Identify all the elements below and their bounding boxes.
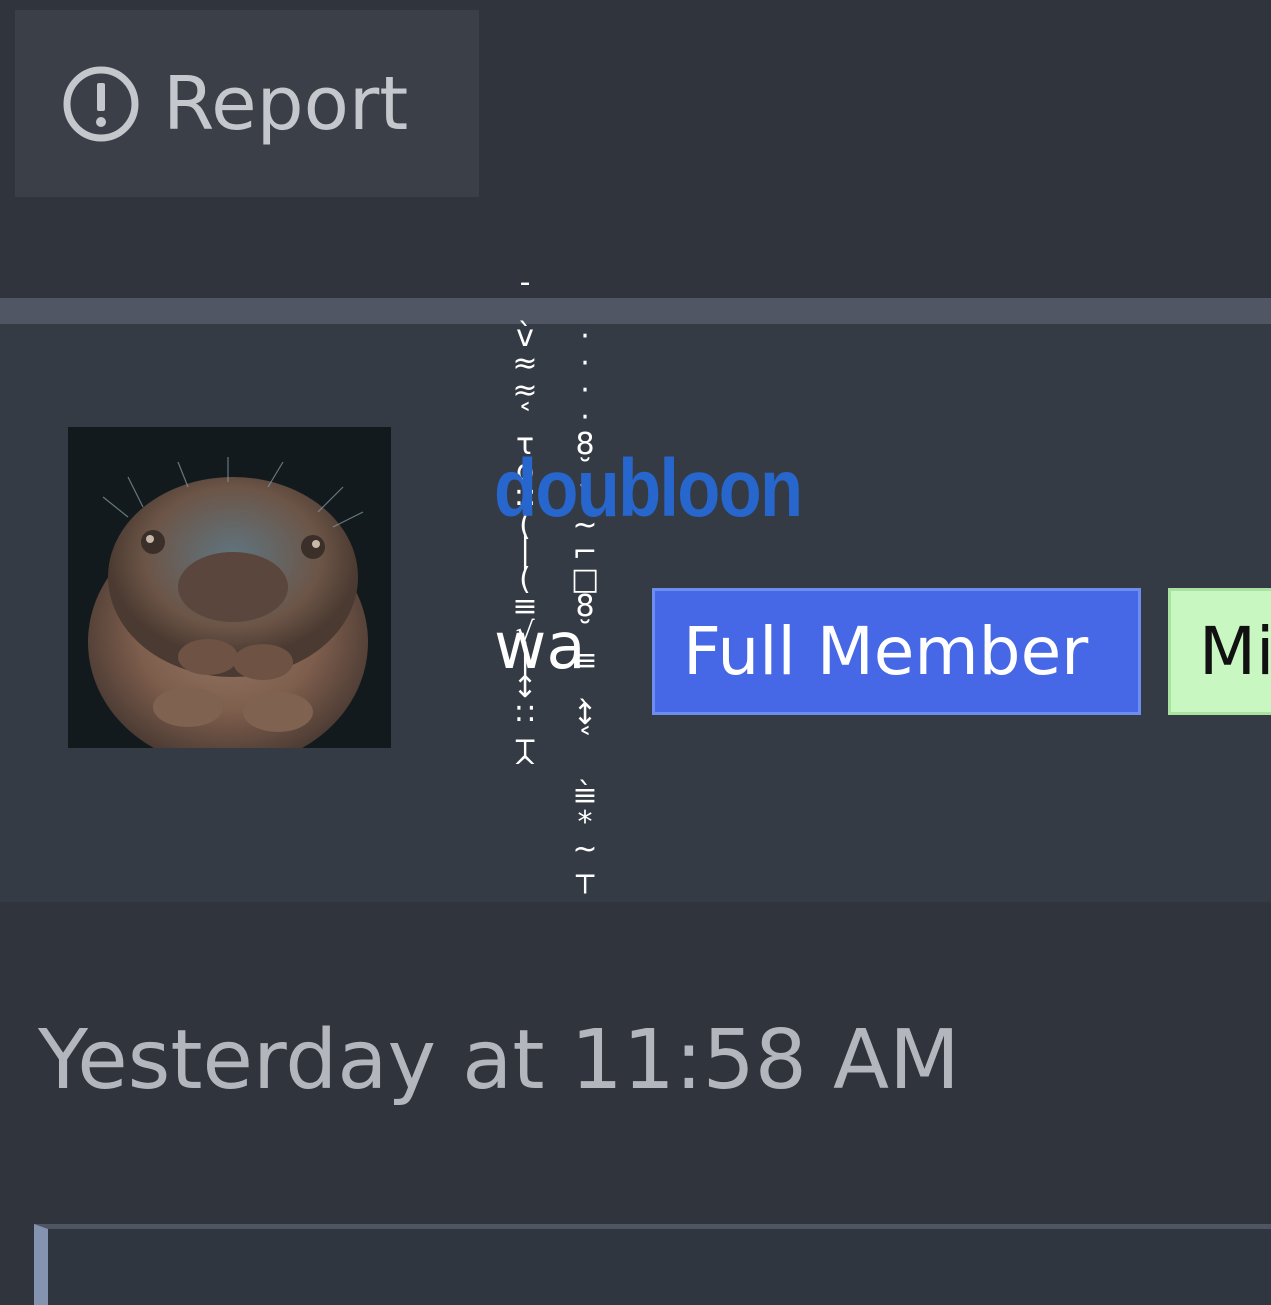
glyph-mark: · — [580, 322, 590, 354]
report-button[interactable]: Report — [15, 10, 479, 197]
glyph-mark: ↕ — [572, 697, 598, 732]
glyph-mark: ≡ — [572, 778, 598, 813]
glyph-mark: · — [580, 373, 590, 408]
badge-secondary: Mi — [1168, 588, 1271, 715]
glyph-mark: v — [516, 319, 534, 354]
user-title: wa — [494, 610, 586, 684]
glyph-mark: ^ — [512, 751, 538, 786]
glyph-mark: ┬ — [575, 859, 595, 894]
glyph-mark: · — [580, 400, 590, 435]
glyph-mark: ≈ — [512, 346, 538, 381]
glyph-mark: □ — [570, 562, 600, 597]
glyph-mark: ˂ — [577, 724, 593, 759]
glyph-mark: · — [580, 346, 590, 381]
glyph-mark: ˎ — [577, 751, 593, 786]
glyph-mark: ˂ — [517, 400, 533, 435]
glyph-mark: ~ — [572, 832, 598, 867]
glyph-mark: ≈ — [512, 373, 538, 408]
alert-circle-icon — [61, 64, 141, 144]
glyph-mark: ⌐ — [572, 535, 598, 570]
post-timestamp[interactable]: Yesterday at 11:58 AM — [38, 1020, 960, 1102]
username-link[interactable]: doubloon — [494, 448, 803, 530]
glyph-mark: │ — [515, 535, 535, 570]
title-glyph-overflow-left: - ˎ v ≈ ≈ ˂ τ o ∷(│(≡ √ │ ↕ ∷ ┬ ^ — [505, 268, 545, 880]
glyph-mark: ∷ — [515, 697, 535, 732]
avatar[interactable] — [68, 427, 391, 748]
message-content-box — [34, 1224, 1271, 1305]
glyph-mark: * — [577, 805, 593, 840]
tardigrade-avatar-image — [68, 427, 391, 748]
glyph-mark: ( — [519, 562, 531, 597]
post-separator — [0, 298, 1271, 324]
glyph-mark: ˎ — [517, 292, 533, 327]
glyph-mark: ┬ — [515, 724, 535, 759]
glyph-mark: - — [519, 268, 531, 300]
badge-full-member: Full Member — [652, 588, 1141, 715]
report-label: Report — [163, 60, 409, 147]
